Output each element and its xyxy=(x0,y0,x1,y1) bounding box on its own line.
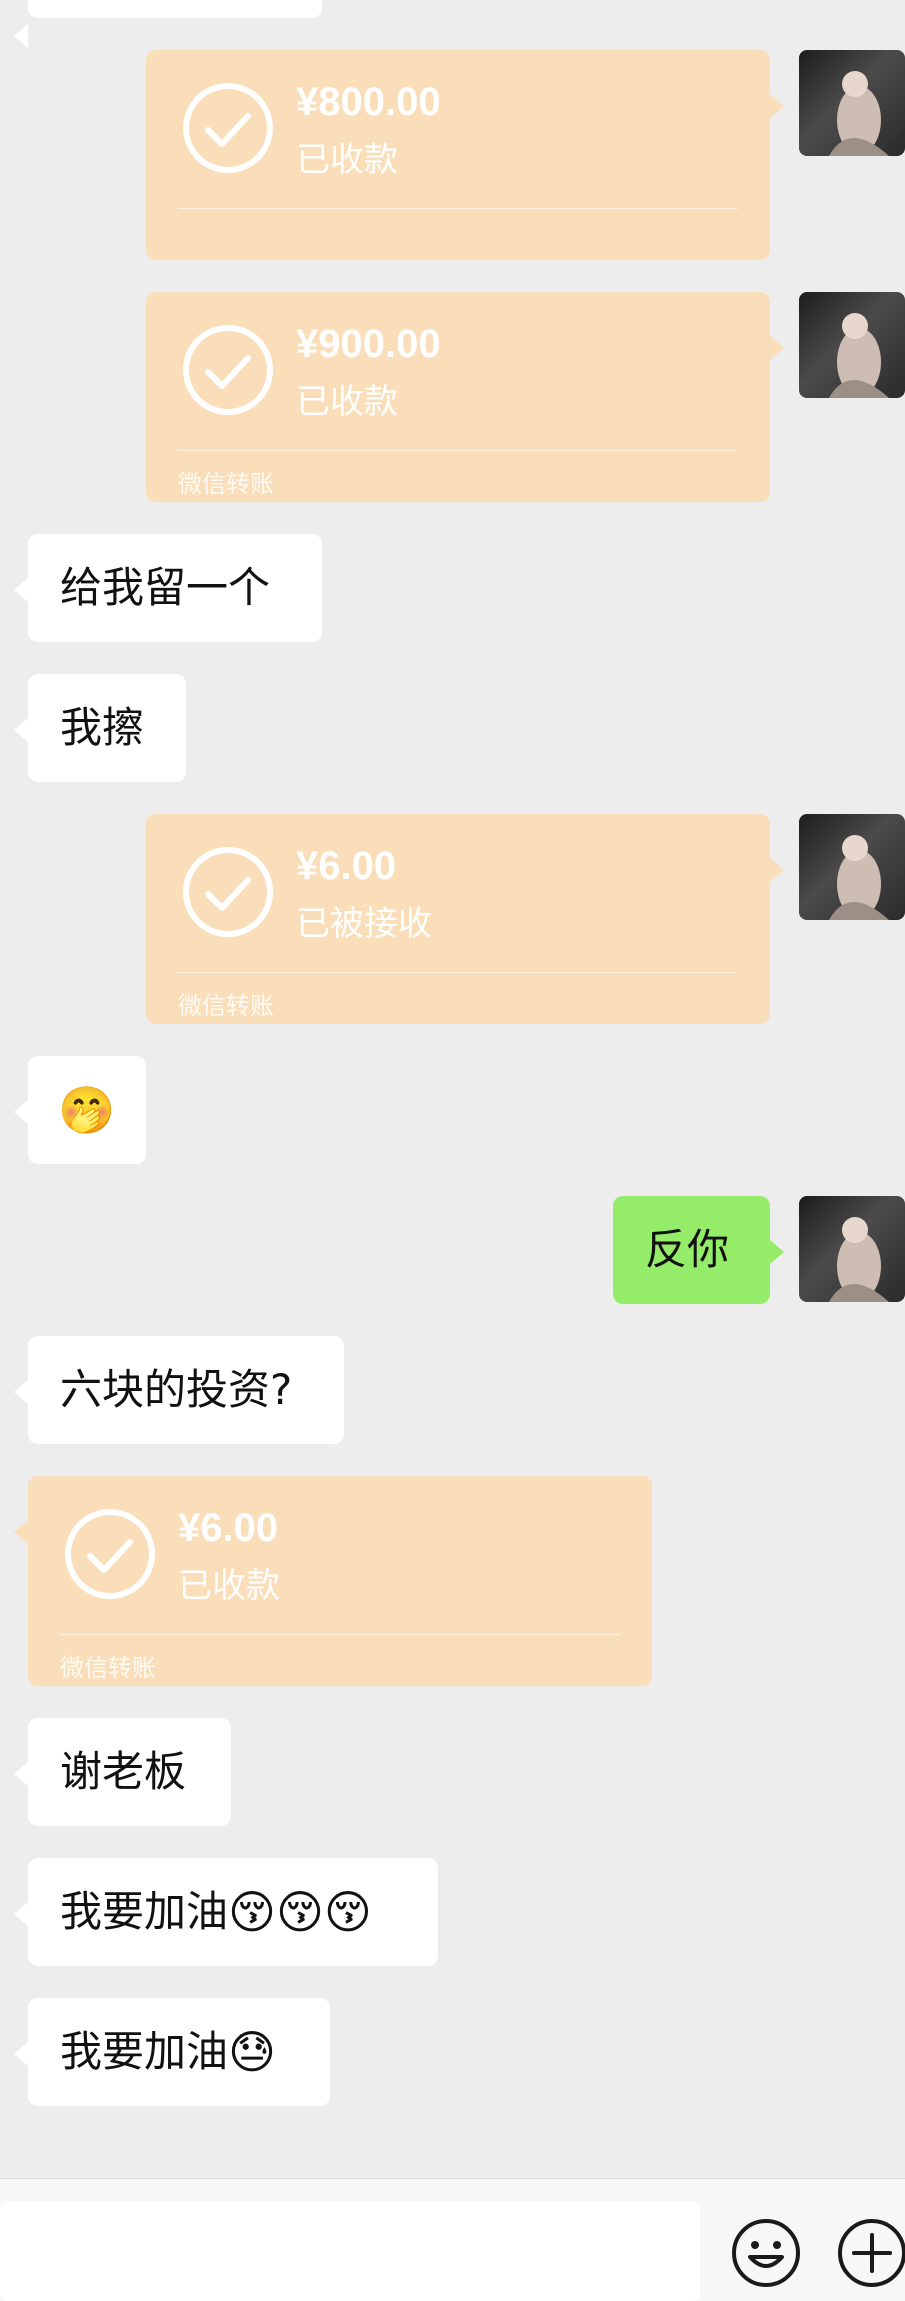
sweat-emoji: 😓 xyxy=(228,2025,276,2079)
message-input[interactable] xyxy=(0,2201,700,2301)
transfer-footer: 微信转账 xyxy=(178,470,274,498)
message-text: 反你 xyxy=(645,1225,730,1274)
message-text: 我擦 xyxy=(60,703,145,752)
message-text: 六块的投资? xyxy=(60,1365,293,1414)
message-bubble[interactable]: 谢老板 xyxy=(14,1718,231,1826)
message-bubble[interactable]: 我擦 xyxy=(14,674,186,782)
transfer-card[interactable]: ¥900.00 已收款 微信转账 xyxy=(146,292,784,502)
transfer-divider xyxy=(178,972,738,973)
check-circle-icon xyxy=(183,325,273,415)
check-circle-icon xyxy=(183,847,273,937)
message-text: 谢老板 xyxy=(60,1747,187,1796)
plus-icon[interactable] xyxy=(836,2217,905,2289)
portrait-icon xyxy=(829,71,889,156)
portrait-icon xyxy=(829,313,889,398)
portrait-icon xyxy=(829,835,889,920)
message-text: 给我留一个 xyxy=(60,563,271,612)
transfer-status: 已收款 xyxy=(178,1566,280,1606)
transfer-amount: ¥900.00 xyxy=(296,322,441,366)
message-bubble[interactable]: 我要加油 😚😚😚 xyxy=(14,1858,438,1966)
transfer-amount: ¥6.00 xyxy=(296,844,397,888)
avatar[interactable] xyxy=(799,292,905,398)
check-circle-icon xyxy=(183,83,273,173)
laugh-emoji: 🤭 xyxy=(58,1083,116,1137)
avatar[interactable] xyxy=(799,814,905,920)
message-bubble[interactable]: 六块的投资? xyxy=(14,1336,344,1444)
smile-icon[interactable] xyxy=(730,2217,802,2289)
avatar[interactable] xyxy=(799,50,905,156)
kissing-emoji: 😚😚😚 xyxy=(228,1885,372,1939)
transfer-footer: 微信转账 xyxy=(60,1654,156,1682)
transfer-status: 已收款 xyxy=(296,382,398,422)
transfer-card[interactable]: ¥6.00 已被接收 微信转账 xyxy=(146,814,784,1024)
message-text: 我要加油 xyxy=(60,2027,229,2076)
message-bubble[interactable]: 给我留一个 xyxy=(14,534,322,642)
transfer-card[interactable]: ¥6.00 已收款 微信转账 xyxy=(14,1476,652,1686)
message-bubble[interactable]: 🤭 xyxy=(14,1056,146,1164)
message-text: 我要加油 xyxy=(60,1887,229,1936)
avatar[interactable] xyxy=(799,1196,905,1302)
transfer-amount: ¥6.00 xyxy=(178,1506,279,1550)
message-bubble[interactable]: 我要加油 😓 xyxy=(14,1998,330,2106)
partial-message-bubble[interactable] xyxy=(14,0,322,48)
transfer-status: 已被接收 xyxy=(296,904,432,944)
transfer-divider xyxy=(178,208,738,209)
transfer-footer: 微信转账 xyxy=(178,992,274,1020)
transfer-amount: ¥800.00 xyxy=(296,80,441,124)
portrait-icon xyxy=(829,1217,889,1302)
input-bar xyxy=(0,2178,905,2301)
message-bubble[interactable]: 反你 xyxy=(613,1196,784,1304)
transfer-divider xyxy=(60,1634,620,1635)
transfer-divider xyxy=(178,450,738,451)
transfer-card[interactable]: ¥800.00 已收款 xyxy=(146,50,784,260)
check-circle-icon xyxy=(65,1509,155,1599)
transfer-status: 已收款 xyxy=(296,140,398,180)
